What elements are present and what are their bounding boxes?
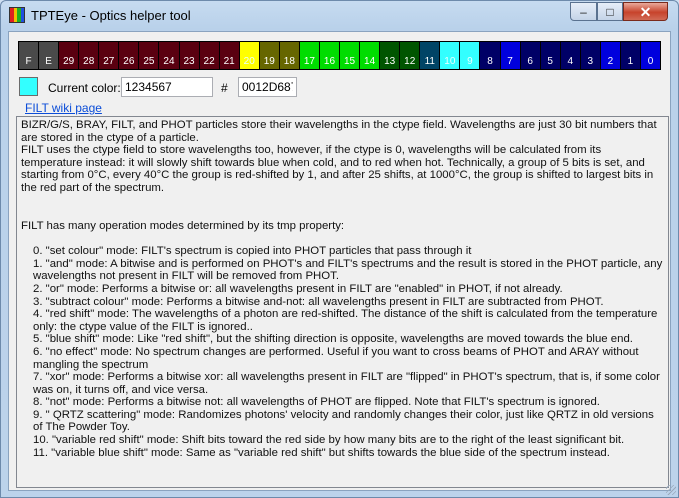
title-bar[interactable]: TPTEye - Optics helper tool – □ ✕	[1, 1, 678, 31]
app-icon	[9, 7, 25, 23]
spectrum-bit[interactable]: 20	[239, 42, 259, 69]
spectrum-bit[interactable]: 2	[600, 42, 620, 69]
current-color-swatch	[19, 77, 38, 96]
spectrum-bit[interactable]: 6	[520, 42, 540, 69]
app-window: TPTEye - Optics helper tool – □ ✕ F E 29 28…	[0, 0, 679, 498]
spectrum-bit[interactable]: 16	[319, 42, 339, 69]
mode-7: 7. "xor" mode: Performs a bitwise xor: a…	[33, 371, 660, 396]
current-color-input[interactable]	[121, 77, 213, 97]
filt-wiki-link[interactable]: FILT wiki page	[25, 101, 102, 115]
spectrum-bit[interactable]: F	[19, 42, 39, 69]
spectrum-bit[interactable]: 15	[340, 42, 360, 69]
spectrum-bit[interactable]: 0	[640, 42, 660, 69]
doc-intro-2: FILT uses the ctype field to store wavel…	[21, 144, 654, 194]
spectrum-bit[interactable]: 23	[179, 42, 199, 69]
spectrum-bit[interactable]: 26	[119, 42, 139, 69]
spectrum-bit[interactable]: 24	[159, 42, 179, 69]
spectrum-bit[interactable]: 11	[420, 42, 440, 69]
spectrum-bit[interactable]: 13	[380, 42, 400, 69]
minimize-button[interactable]: –	[570, 2, 597, 21]
mode-3: 3. "subtract colour" mode: Performs a bi…	[33, 295, 604, 308]
spectrum-bit[interactable]: 27	[99, 42, 119, 69]
mode-10: 10. "variable red shift" mode: Shift bit…	[33, 434, 625, 447]
doc-modes-intro: FILT has many operation modes determined…	[21, 219, 345, 232]
mode-9: 9. " QRTZ scattering" mode: Randomizes p…	[33, 408, 654, 434]
doc-intro-1: BIZR/G/S, BRAY, FILT, and PHOT particles…	[21, 119, 657, 144]
mode-4: 4. "red shift" mode: The wavelengths of …	[33, 308, 658, 333]
current-color-label: Current color:	[48, 81, 121, 95]
spectrum-bit[interactable]: E	[39, 42, 59, 69]
spectrum-bit[interactable]: 22	[199, 42, 219, 69]
hex-color-input[interactable]	[238, 77, 297, 97]
spectrum-bit[interactable]: 9	[460, 42, 480, 69]
spectrum-bit[interactable]: 19	[259, 42, 279, 69]
maximize-button[interactable]: □	[597, 2, 623, 21]
spectrum-bit[interactable]: 7	[500, 42, 520, 69]
spectrum-bar[interactable]: F E 29 28 27 26 25 24 23 22 21 20 19 18 17 16 15 14 13 12 11…	[18, 41, 661, 70]
window-title: TPTEye - Optics helper tool	[31, 8, 191, 23]
spectrum-bit[interactable]: 28	[79, 42, 99, 69]
close-button[interactable]: ✕	[623, 2, 668, 21]
spectrum-bit[interactable]: 5	[540, 42, 560, 69]
spectrum-bit[interactable]: 1	[620, 42, 640, 69]
spectrum-bit[interactable]: 4	[560, 42, 580, 69]
mode-11: 11. "variable blue shift" mode: Same as …	[33, 446, 610, 459]
mode-2: 2. "or" mode: Performs a bitwise or: all…	[33, 282, 563, 295]
help-text-box[interactable]: BIZR/G/S, BRAY, FILT, and PHOT particles…	[16, 116, 669, 488]
spectrum-bit[interactable]: 12	[400, 42, 420, 69]
spectrum-bit[interactable]: 17	[299, 42, 319, 69]
mode-0: 0. "set colour" mode: FILT's spectrum is…	[33, 245, 472, 258]
mode-5: 5. "blue shift" mode: Like "red shift", …	[33, 333, 633, 346]
spectrum-bit[interactable]: 10	[440, 42, 460, 69]
mode-8: 8. "not" mode: Performs a bitwise not: a…	[33, 396, 600, 409]
spectrum-bit[interactable]: 21	[219, 42, 239, 69]
spectrum-bit[interactable]: 29	[59, 42, 79, 69]
spectrum-bit[interactable]: 8	[480, 42, 500, 69]
hex-hash-label: #	[221, 81, 228, 95]
spectrum-bit[interactable]: 3	[580, 42, 600, 69]
spectrum-bit[interactable]: 18	[279, 42, 299, 69]
resize-grip[interactable]	[666, 485, 676, 495]
mode-6: 6. "no effect" mode: No spectrum changes…	[33, 345, 639, 371]
spectrum-bit[interactable]: 14	[360, 42, 380, 69]
spectrum-bit[interactable]: 25	[139, 42, 159, 69]
client-area: F E 29 28 27 26 25 24 23 22 21 20 19 18 17 16 15 14 13 12 11…	[8, 31, 671, 491]
mode-1: 1. "and" mode: A bitwise and is performe…	[33, 257, 663, 283]
